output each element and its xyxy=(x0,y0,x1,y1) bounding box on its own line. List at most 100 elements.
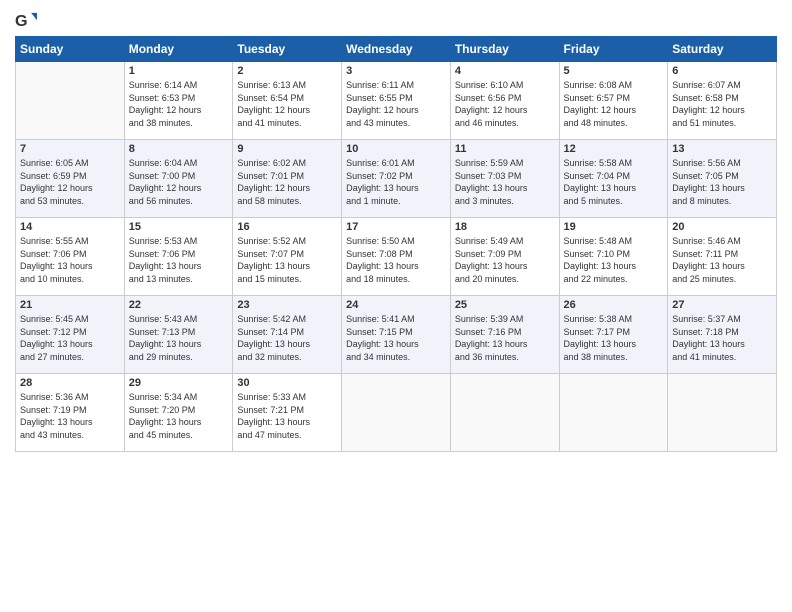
calendar-cell: 26 Sunrise: 5:38 AM Sunset: 7:17 PM Dayli… xyxy=(559,296,668,374)
calendar-cell xyxy=(450,374,559,452)
day-number: 17 xyxy=(346,221,446,233)
calendar-cell: 19 Sunrise: 5:48 AM Sunset: 7:10 PM Dayli… xyxy=(559,218,668,296)
week-row-1: 1 Sunrise: 6:14 AM Sunset: 6:53 PM Daylig… xyxy=(16,62,777,140)
cell-info: Sunrise: 5:46 AM Sunset: 7:11 PM Dayligh… xyxy=(672,235,772,285)
weekday-header-monday: Monday xyxy=(124,37,233,62)
day-number: 30 xyxy=(237,377,337,389)
cell-info: Sunrise: 5:52 AM Sunset: 7:07 PM Dayligh… xyxy=(237,235,337,285)
cell-info: Sunrise: 5:59 AM Sunset: 7:03 PM Dayligh… xyxy=(455,157,555,207)
calendar-cell: 20 Sunrise: 5:46 AM Sunset: 7:11 PM Dayli… xyxy=(668,218,777,296)
calendar-cell: 12 Sunrise: 5:58 AM Sunset: 7:04 PM Dayli… xyxy=(559,140,668,218)
calendar-cell: 27 Sunrise: 5:37 AM Sunset: 7:18 PM Dayli… xyxy=(668,296,777,374)
calendar-cell: 14 Sunrise: 5:55 AM Sunset: 7:06 PM Dayli… xyxy=(16,218,125,296)
weekday-header-thursday: Thursday xyxy=(450,37,559,62)
cell-info: Sunrise: 5:49 AM Sunset: 7:09 PM Dayligh… xyxy=(455,235,555,285)
day-number: 10 xyxy=(346,143,446,155)
cell-info: Sunrise: 6:11 AM Sunset: 6:55 PM Dayligh… xyxy=(346,79,446,129)
calendar-cell: 17 Sunrise: 5:50 AM Sunset: 7:08 PM Dayli… xyxy=(342,218,451,296)
calendar-cell: 2 Sunrise: 6:13 AM Sunset: 6:54 PM Daylig… xyxy=(233,62,342,140)
cell-info: Sunrise: 5:45 AM Sunset: 7:12 PM Dayligh… xyxy=(20,313,120,363)
day-number: 11 xyxy=(455,143,555,155)
day-number: 1 xyxy=(129,65,229,77)
day-number: 27 xyxy=(672,299,772,311)
calendar-cell: 30 Sunrise: 5:33 AM Sunset: 7:21 PM Dayli… xyxy=(233,374,342,452)
day-number: 6 xyxy=(672,65,772,77)
calendar-cell: 28 Sunrise: 5:36 AM Sunset: 7:19 PM Dayli… xyxy=(16,374,125,452)
calendar-cell: 24Sunrise: 5:41 AM Sunset: 7:15 PM Dayli… xyxy=(342,296,451,374)
day-number: 19 xyxy=(564,221,664,233)
calendar-cell: 16Sunrise: 5:52 AM Sunset: 7:07 PM Dayli… xyxy=(233,218,342,296)
calendar-cell: 4 Sunrise: 6:10 AM Sunset: 6:56 PM Daylig… xyxy=(450,62,559,140)
calendar-cell: 8 Sunrise: 6:04 AM Sunset: 7:00 PM Daylig… xyxy=(124,140,233,218)
cell-info: Sunrise: 5:50 AM Sunset: 7:08 PM Dayligh… xyxy=(346,235,446,285)
calendar-cell: 15Sunrise: 5:53 AM Sunset: 7:06 PM Dayli… xyxy=(124,218,233,296)
day-number: 29 xyxy=(129,377,229,389)
calendar-cell: 9 Sunrise: 6:02 AM Sunset: 7:01 PM Daylig… xyxy=(233,140,342,218)
calendar-cell: 13 Sunrise: 5:56 AM Sunset: 7:05 PM Dayli… xyxy=(668,140,777,218)
day-number: 26 xyxy=(564,299,664,311)
cell-info: Sunrise: 5:37 AM Sunset: 7:18 PM Dayligh… xyxy=(672,313,772,363)
cell-info: Sunrise: 6:14 AM Sunset: 6:53 PM Dayligh… xyxy=(129,79,229,129)
weekday-header-friday: Friday xyxy=(559,37,668,62)
calendar-cell xyxy=(16,62,125,140)
cell-info: Sunrise: 6:04 AM Sunset: 7:00 PM Dayligh… xyxy=(129,157,229,207)
weekday-header-saturday: Saturday xyxy=(668,37,777,62)
calendar-cell: 25Sunrise: 5:39 AM Sunset: 7:16 PM Dayli… xyxy=(450,296,559,374)
calendar-cell: 1 Sunrise: 6:14 AM Sunset: 6:53 PM Daylig… xyxy=(124,62,233,140)
calendar-cell xyxy=(668,374,777,452)
cell-info: Sunrise: 6:02 AM Sunset: 7:01 PM Dayligh… xyxy=(237,157,337,207)
header: G xyxy=(15,10,777,32)
day-number: 20 xyxy=(672,221,772,233)
day-number: 2 xyxy=(237,65,337,77)
day-number: 9 xyxy=(237,143,337,155)
cell-info: Sunrise: 6:01 AM Sunset: 7:02 PM Dayligh… xyxy=(346,157,446,207)
cell-info: Sunrise: 5:33 AM Sunset: 7:21 PM Dayligh… xyxy=(237,391,337,441)
cell-info: Sunrise: 6:10 AM Sunset: 6:56 PM Dayligh… xyxy=(455,79,555,129)
cell-info: Sunrise: 5:43 AM Sunset: 7:13 PM Dayligh… xyxy=(129,313,229,363)
day-number: 3 xyxy=(346,65,446,77)
week-row-2: 7Sunrise: 6:05 AM Sunset: 6:59 PM Daylig… xyxy=(16,140,777,218)
day-number: 5 xyxy=(564,65,664,77)
cell-info: Sunrise: 5:58 AM Sunset: 7:04 PM Dayligh… xyxy=(564,157,664,207)
page-container: G SundayMondayTuesdayWednesdayThursdayFr… xyxy=(0,0,792,462)
day-number: 22 xyxy=(129,299,229,311)
calendar-table: SundayMondayTuesdayWednesdayThursdayFrid… xyxy=(15,36,777,452)
calendar-cell: 11 Sunrise: 5:59 AM Sunset: 7:03 PM Dayli… xyxy=(450,140,559,218)
day-number: 12 xyxy=(564,143,664,155)
day-number: 7 xyxy=(20,143,120,155)
week-row-5: 28 Sunrise: 5:36 AM Sunset: 7:19 PM Dayli… xyxy=(16,374,777,452)
cell-info: Sunrise: 5:38 AM Sunset: 7:17 PM Dayligh… xyxy=(564,313,664,363)
week-row-3: 14 Sunrise: 5:55 AM Sunset: 7:06 PM Dayli… xyxy=(16,218,777,296)
calendar-cell: 18 Sunrise: 5:49 AM Sunset: 7:09 PM Dayli… xyxy=(450,218,559,296)
cell-info: Sunrise: 5:55 AM Sunset: 7:06 PM Dayligh… xyxy=(20,235,120,285)
cell-info: Sunrise: 5:36 AM Sunset: 7:19 PM Dayligh… xyxy=(20,391,120,441)
day-number: 8 xyxy=(129,143,229,155)
day-number: 14 xyxy=(20,221,120,233)
calendar-cell: 22 Sunrise: 5:43 AM Sunset: 7:13 PM Dayli… xyxy=(124,296,233,374)
calendar-cell xyxy=(559,374,668,452)
logo-icon: G xyxy=(15,10,37,32)
calendar-cell: 6Sunrise: 6:07 AM Sunset: 6:58 PM Daylig… xyxy=(668,62,777,140)
cell-info: Sunrise: 5:34 AM Sunset: 7:20 PM Dayligh… xyxy=(129,391,229,441)
week-row-4: 21 Sunrise: 5:45 AM Sunset: 7:12 PM Dayli… xyxy=(16,296,777,374)
weekday-header-row: SundayMondayTuesdayWednesdayThursdayFrid… xyxy=(16,37,777,62)
cell-info: Sunrise: 6:13 AM Sunset: 6:54 PM Dayligh… xyxy=(237,79,337,129)
weekday-header-wednesday: Wednesday xyxy=(342,37,451,62)
day-number: 21 xyxy=(20,299,120,311)
weekday-header-sunday: Sunday xyxy=(16,37,125,62)
day-number: 18 xyxy=(455,221,555,233)
cell-info: Sunrise: 5:42 AM Sunset: 7:14 PM Dayligh… xyxy=(237,313,337,363)
day-number: 25 xyxy=(455,299,555,311)
logo: G xyxy=(15,10,41,32)
day-number: 15 xyxy=(129,221,229,233)
calendar-cell: 21 Sunrise: 5:45 AM Sunset: 7:12 PM Dayli… xyxy=(16,296,125,374)
calendar-cell: 3 Sunrise: 6:11 AM Sunset: 6:55 PM Daylig… xyxy=(342,62,451,140)
day-number: 4 xyxy=(455,65,555,77)
day-number: 13 xyxy=(672,143,772,155)
calendar-cell: 5Sunrise: 6:08 AM Sunset: 6:57 PM Daylig… xyxy=(559,62,668,140)
cell-info: Sunrise: 5:48 AM Sunset: 7:10 PM Dayligh… xyxy=(564,235,664,285)
cell-info: Sunrise: 5:41 AM Sunset: 7:15 PM Dayligh… xyxy=(346,313,446,363)
day-number: 28 xyxy=(20,377,120,389)
calendar-cell: 23Sunrise: 5:42 AM Sunset: 7:14 PM Dayli… xyxy=(233,296,342,374)
cell-info: Sunrise: 5:56 AM Sunset: 7:05 PM Dayligh… xyxy=(672,157,772,207)
